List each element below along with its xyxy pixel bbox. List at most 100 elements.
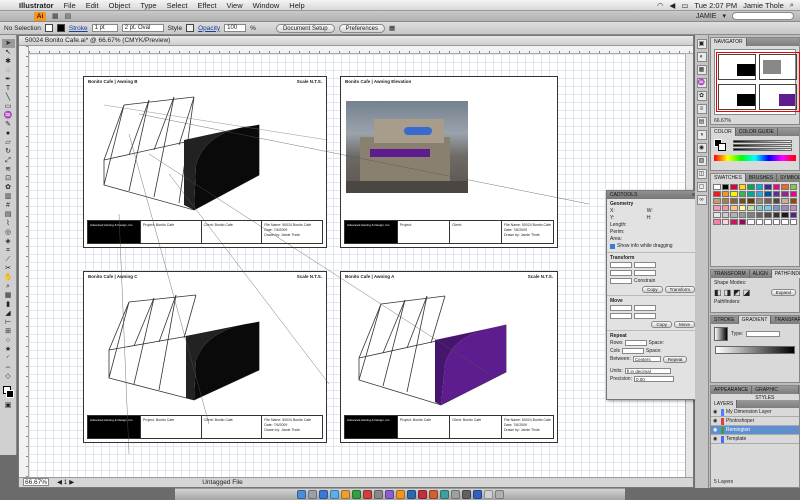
star-tool-icon[interactable]: ★ xyxy=(2,345,15,354)
document-status[interactable]: Untagged File xyxy=(202,478,242,487)
navigator-tab[interactable]: NAVIGATOR xyxy=(711,38,747,46)
paintbrush-tool-icon[interactable]: ♒ xyxy=(2,111,15,120)
chevron-down-icon[interactable]: ▾ xyxy=(722,12,726,20)
menu-view[interactable]: View xyxy=(221,1,247,10)
swatches-icon[interactable]: ▦ xyxy=(696,65,707,75)
warp-tool-icon[interactable]: ≋ xyxy=(2,165,15,174)
gradient-header[interactable]: STROKEGRADIENTTRANSPARENCY xyxy=(711,316,800,324)
layer-row[interactable]: ◉ My Dimension Layer xyxy=(711,408,799,417)
knife-tool-icon[interactable]: ◢ xyxy=(2,309,15,318)
move-angle-input[interactable] xyxy=(634,313,656,319)
graphic-styles-icon[interactable]: ▨ xyxy=(696,156,707,166)
chart-tool-icon[interactable]: ▦ xyxy=(2,291,15,300)
move-x-input[interactable] xyxy=(610,305,632,311)
color-header[interactable]: COLOR COLOR GUIDE xyxy=(711,128,799,136)
copy-button[interactable]: Copy xyxy=(642,285,663,293)
wifi-icon[interactable]: ◠ xyxy=(657,1,664,10)
align-tab[interactable]: ALIGN xyxy=(750,270,772,278)
swatches-header[interactable]: SWATCHESBRUSHESSYMBOLS xyxy=(711,174,800,182)
layer-name[interactable]: Template xyxy=(726,436,746,442)
brush-definition-field[interactable]: 2 pt. Oval xyxy=(121,24,164,32)
column-tool-icon[interactable]: ▮ xyxy=(2,300,15,309)
fill-swatch[interactable] xyxy=(44,24,53,32)
move-dist-input[interactable] xyxy=(634,305,656,311)
stroke-tab[interactable]: STROKE xyxy=(711,316,739,324)
arrange-icon[interactable]: ▦ xyxy=(389,24,395,32)
opacity-label[interactable]: Opacity xyxy=(198,25,220,32)
sheet-awning-c[interactable]: Bonito Cafe | Awning C Scale N.T.S. Adva… xyxy=(83,271,327,443)
move-y-input[interactable] xyxy=(610,313,632,319)
blob-brush-tool-icon[interactable]: ● xyxy=(2,129,15,138)
rectangle-tool-icon[interactable]: ▭ xyxy=(2,102,15,111)
document-setup-button[interactable]: Document Setup xyxy=(275,23,335,33)
sheet-awning-b[interactable]: Bonito Cafe | Awning B Scale N.T.S. Adva… xyxy=(83,76,328,248)
transparency-icon[interactable]: ◑ xyxy=(696,130,707,140)
eye-icon[interactable]: ◉ xyxy=(713,436,719,442)
cols-input[interactable] xyxy=(622,348,645,354)
trash-icon[interactable] xyxy=(494,490,504,499)
unite-icon[interactable]: ◧ xyxy=(714,288,722,297)
swatches-tab[interactable]: SWATCHES xyxy=(711,174,746,182)
menu-app[interactable]: Illustrator xyxy=(14,1,59,10)
links-icon[interactable]: ∞ xyxy=(696,195,707,205)
layer-name[interactable]: My Dimension Layer xyxy=(726,409,772,415)
scale-tool-icon[interactable]: ⤢ xyxy=(2,156,15,165)
appearance-tab[interactable]: APPEARANCE xyxy=(711,386,753,394)
layer-row[interactable]: ◉ Template xyxy=(711,435,799,444)
appearance-icon[interactable]: ◉ xyxy=(696,143,707,153)
zoom-tool-icon[interactable]: ⌕ xyxy=(2,282,15,291)
color-spectrum[interactable] xyxy=(714,155,796,161)
app-icon[interactable] xyxy=(373,490,383,499)
layer-row[interactable]: ◉ Remington xyxy=(711,426,799,435)
photoshop-dock-icon[interactable] xyxy=(406,490,416,499)
eye-icon[interactable]: ◉ xyxy=(713,427,719,433)
clock[interactable]: Tue 2:07 PM xyxy=(694,1,737,10)
appearance-header[interactable]: APPEARANCE GRAPHIC STYLES xyxy=(711,386,799,401)
zoom-field[interactable]: 66.67% xyxy=(23,478,49,486)
checkbox-icon[interactable] xyxy=(610,243,615,249)
brushes-icon[interactable]: ♒ xyxy=(696,78,707,88)
precision-select[interactable]: 0.00 xyxy=(633,376,674,382)
magic-wand-tool-icon[interactable]: ✱ xyxy=(2,57,15,66)
eyedropper-tool-icon[interactable]: ⌇ xyxy=(2,219,15,228)
menu-edit[interactable]: Edit xyxy=(81,1,104,10)
move-button[interactable]: Move xyxy=(673,320,695,328)
k-slider[interactable] xyxy=(733,140,792,143)
finder-icon[interactable] xyxy=(296,490,306,499)
acrobat-icon[interactable] xyxy=(417,490,427,499)
live-paint-tool-icon[interactable]: ◈ xyxy=(2,237,15,246)
mail-icon[interactable] xyxy=(318,490,328,499)
sheet-awning-a[interactable]: Bonito Cafe | Awning A Scale N.T.S. Adva… xyxy=(340,271,558,443)
downloads-icon[interactable] xyxy=(483,490,493,499)
brushes-tab[interactable]: BRUSHES xyxy=(746,174,777,182)
spotlight-icon[interactable]: ⌕ xyxy=(790,0,794,10)
rows-input[interactable] xyxy=(624,340,647,346)
system-prefs-icon[interactable] xyxy=(307,490,317,499)
hand-tool-icon[interactable]: ✋ xyxy=(2,273,15,282)
symbols-icon[interactable]: ✿ xyxy=(696,91,707,101)
intersect-icon[interactable]: ◩ xyxy=(733,288,741,297)
color-guide-tab[interactable]: COLOR GUIDE xyxy=(736,128,778,136)
search-input[interactable] xyxy=(732,12,794,20)
graphic-styles-tab[interactable]: GRAPHIC STYLES xyxy=(752,386,799,401)
eye-icon[interactable]: ◉ xyxy=(713,418,719,424)
artboards-icon[interactable]: ▢ xyxy=(696,182,707,192)
layer-name[interactable]: Photoshoper xyxy=(726,418,754,424)
expand-button[interactable]: Expand xyxy=(770,289,796,296)
menu-select[interactable]: Select xyxy=(162,1,193,10)
mesh-tool-icon[interactable]: # xyxy=(2,201,15,210)
cadtools-tab[interactable]: CADTOOLS xyxy=(610,191,637,199)
vertical-ruler[interactable] xyxy=(19,46,29,477)
calendar-icon[interactable] xyxy=(362,490,372,499)
app-icon[interactable] xyxy=(450,490,460,499)
stroke-swatch[interactable] xyxy=(56,24,65,32)
artboard-canvas[interactable]: Bonito Cafe | Awning B Scale N.T.S. Adva… xyxy=(29,54,693,477)
document-tab[interactable]: 50024 Bonito Cafe.ai* @ 66.67% (CMYK/Pre… xyxy=(19,36,693,46)
exclude-icon[interactable]: ◪ xyxy=(743,288,751,297)
arrange-documents-icon[interactable]: ▤ xyxy=(65,12,72,20)
navigator-header[interactable]: NAVIGATOR xyxy=(711,38,799,46)
battery-icon[interactable]: ▭ xyxy=(681,1,688,10)
menu-effect[interactable]: Effect xyxy=(192,1,221,10)
units-select[interactable]: ft in decimal xyxy=(624,368,671,374)
screen-mode-icon[interactable]: ▣ xyxy=(2,401,15,410)
